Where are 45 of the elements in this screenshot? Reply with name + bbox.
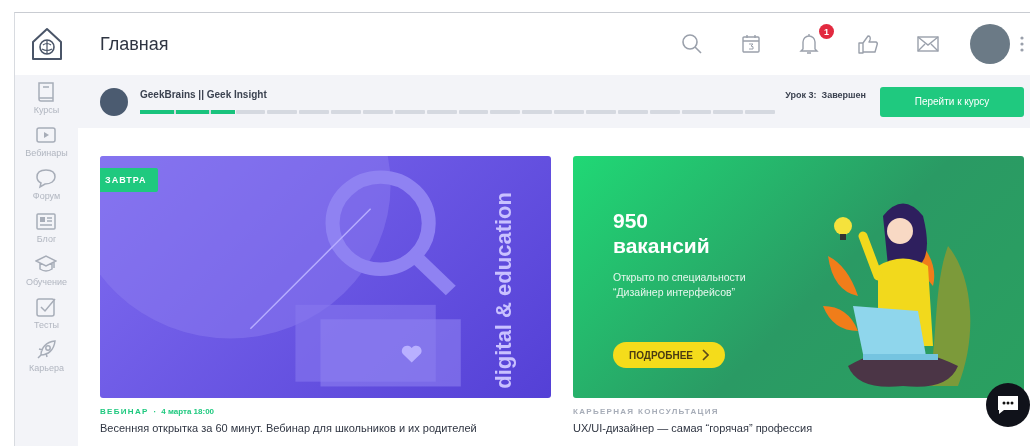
webinar-banner[interactable]: ЗАВТРА digital & education	[100, 156, 551, 398]
notification-badge: 1	[819, 24, 834, 39]
specialty-text: Открыто по специальности “Дизайнер интерфейсов”	[613, 270, 747, 300]
separator-dot: ·	[153, 407, 157, 416]
chat-button[interactable]	[986, 383, 1030, 427]
card-date: 4 марта 18:00	[161, 407, 215, 416]
rocket-icon	[35, 339, 58, 361]
sidebar-item[interactable]: Блог	[25, 210, 68, 244]
search-icon[interactable]	[681, 33, 703, 55]
lesson-status: Урок 3: Завершен	[785, 89, 866, 100]
thumbs-up-icon[interactable]	[857, 34, 879, 54]
sidebar-item[interactable]: Карьера	[25, 339, 68, 373]
house-logo-icon[interactable]	[15, 13, 78, 75]
sidebar-item[interactable]: Вебинары	[25, 124, 68, 158]
career-banner[interactable]: 950 вакансий Открыто по специальности “Дизайнер интерфейсов” ПОДРОБНЕЕ	[573, 156, 1024, 398]
chat-bubble-icon	[996, 394, 1020, 416]
course-avatar	[100, 87, 128, 116]
user-avatar[interactable]	[970, 24, 1010, 64]
sidebar-item[interactable]: Курсы	[25, 81, 68, 115]
card-title[interactable]: Весенняя открытка за 60 минут. Вебинар для школьников и их родителей	[100, 422, 477, 434]
chevron-right-icon	[701, 349, 710, 361]
card-category: ВЕБИНАР	[100, 407, 149, 416]
tomorrow-badge: ЗАВТРА	[100, 168, 158, 192]
play-icon	[35, 124, 58, 146]
bell-icon[interactable]	[799, 33, 819, 55]
vacancy-count: 950	[613, 208, 650, 233]
card-category: КАРЬЕРНАЯ КОНСУЛЬТАЦИЯ	[573, 407, 719, 416]
heart-icon	[401, 345, 422, 363]
calendar-icon[interactable]	[741, 34, 761, 54]
course-title: GeekBrains || Geek Insight	[140, 89, 268, 100]
more-button[interactable]: ПОДРОБНЕЕ	[613, 342, 726, 368]
sidebar-item[interactable]: Тесты	[25, 296, 68, 330]
mail-icon[interactable]	[917, 36, 939, 52]
more-options-icon[interactable]	[1020, 36, 1024, 52]
sidebar-item[interactable]: Форум	[25, 167, 68, 201]
sidebar-item[interactable]: Обучение	[25, 253, 68, 287]
go-to-course-button[interactable]: Перейти к курсу	[880, 86, 1024, 117]
checkbox-icon	[35, 296, 58, 318]
speech-bubble-icon	[35, 167, 58, 189]
banner-slogan: digital & education	[491, 192, 517, 389]
page-title: Главная	[100, 33, 169, 55]
newspaper-icon	[35, 210, 58, 232]
graduation-cap-icon	[35, 253, 58, 275]
vacancy-label: вакансий	[613, 233, 711, 258]
card-title[interactable]: UX/UI-дизайнер — самая “горячая” профессия	[573, 422, 813, 434]
